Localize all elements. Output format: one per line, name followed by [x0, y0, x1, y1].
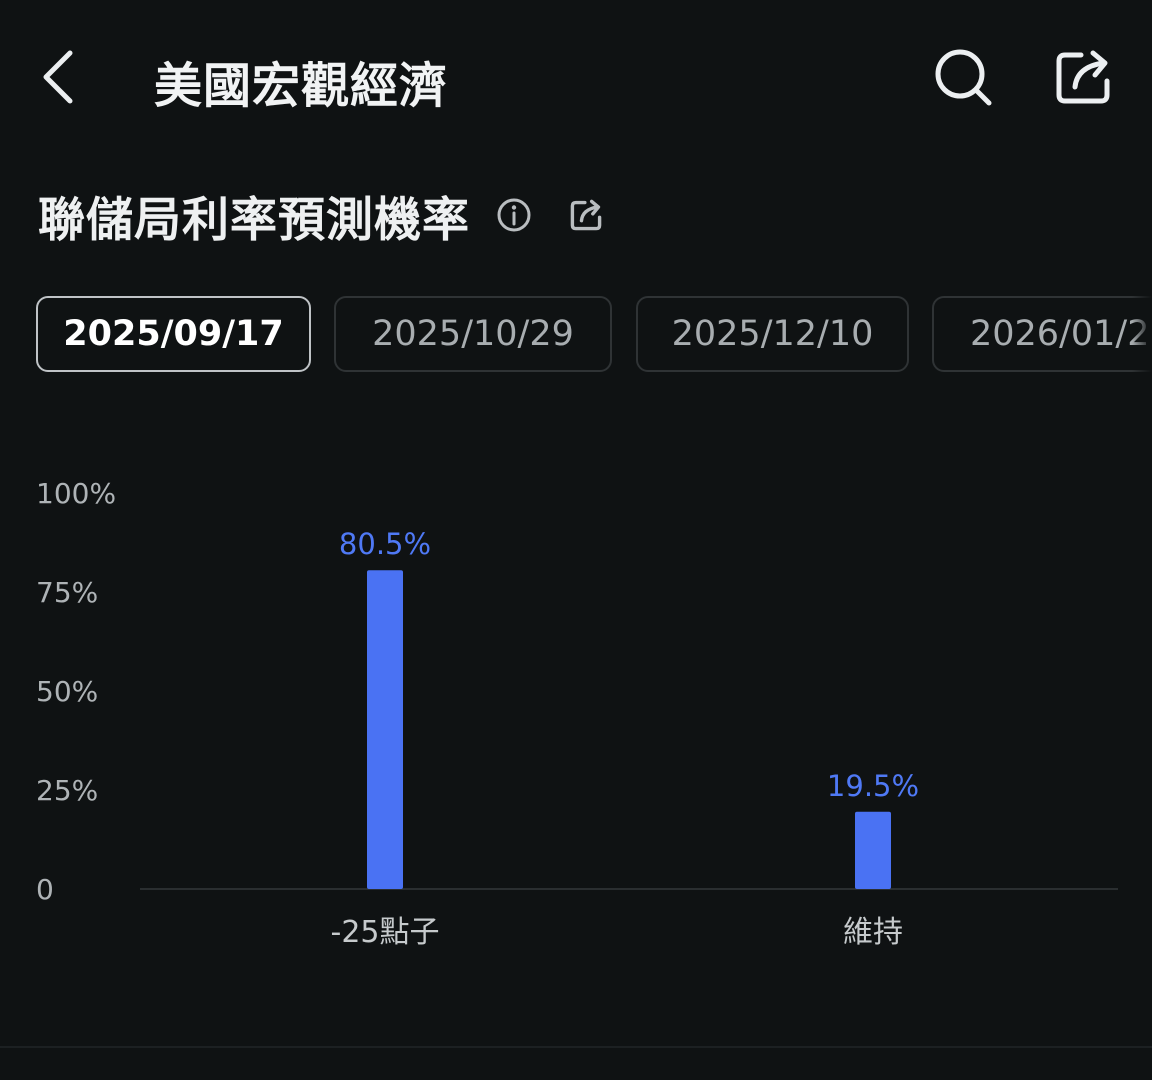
- y-tick-label: 0: [36, 873, 54, 906]
- y-tick-label: 25%: [36, 774, 98, 807]
- top-bar: 美國宏觀經濟: [0, 0, 1152, 150]
- bar-value-label: 80.5%: [339, 527, 431, 561]
- search-button[interactable]: [930, 42, 996, 112]
- info-icon: [497, 198, 531, 232]
- date-tabs: 2025/09/17 2025/10/29 2025/12/10 2026/01…: [36, 296, 1152, 374]
- share-button[interactable]: [1050, 42, 1116, 112]
- section-title: 聯儲局利率預測機率: [38, 192, 470, 248]
- x-category-label: 維持: [843, 915, 903, 950]
- tab-date-2[interactable]: 2025/10/29: [334, 296, 612, 372]
- probability-chart: 0 25% 50% 75% 100% 80.5% -25點子 19.5% 維持: [0, 440, 1152, 980]
- bar-chart-svg: 0 25% 50% 75% 100% 80.5% -25點子 19.5% 維持: [36, 477, 1118, 950]
- share-icon: [1056, 50, 1110, 104]
- section-share-button[interactable]: [566, 195, 606, 235]
- page-title: 美國宏觀經濟: [154, 58, 449, 114]
- tabs-overflow-fade: [1132, 296, 1152, 374]
- section-header: 聯儲局利率預測機率: [38, 180, 606, 250]
- info-button[interactable]: [494, 195, 534, 235]
- chevron-left-icon: [43, 50, 73, 104]
- tab-date-3[interactable]: 2025/12/10: [636, 296, 909, 372]
- tab-date-4[interactable]: 2026/01/2: [932, 296, 1152, 372]
- bar-value-label: 19.5%: [827, 769, 919, 803]
- back-button[interactable]: [28, 42, 88, 112]
- x-category-label: -25點子: [331, 915, 440, 950]
- y-tick-label: 50%: [36, 675, 98, 708]
- bar-1: [367, 570, 403, 889]
- y-tick-label: 100%: [36, 477, 116, 510]
- share-icon: [570, 199, 602, 231]
- y-tick-label: 75%: [36, 576, 98, 609]
- search-icon: [935, 49, 992, 106]
- bottom-divider: [0, 1046, 1152, 1048]
- bar-2: [855, 811, 891, 889]
- tab-date-1[interactable]: 2025/09/17: [36, 296, 311, 372]
